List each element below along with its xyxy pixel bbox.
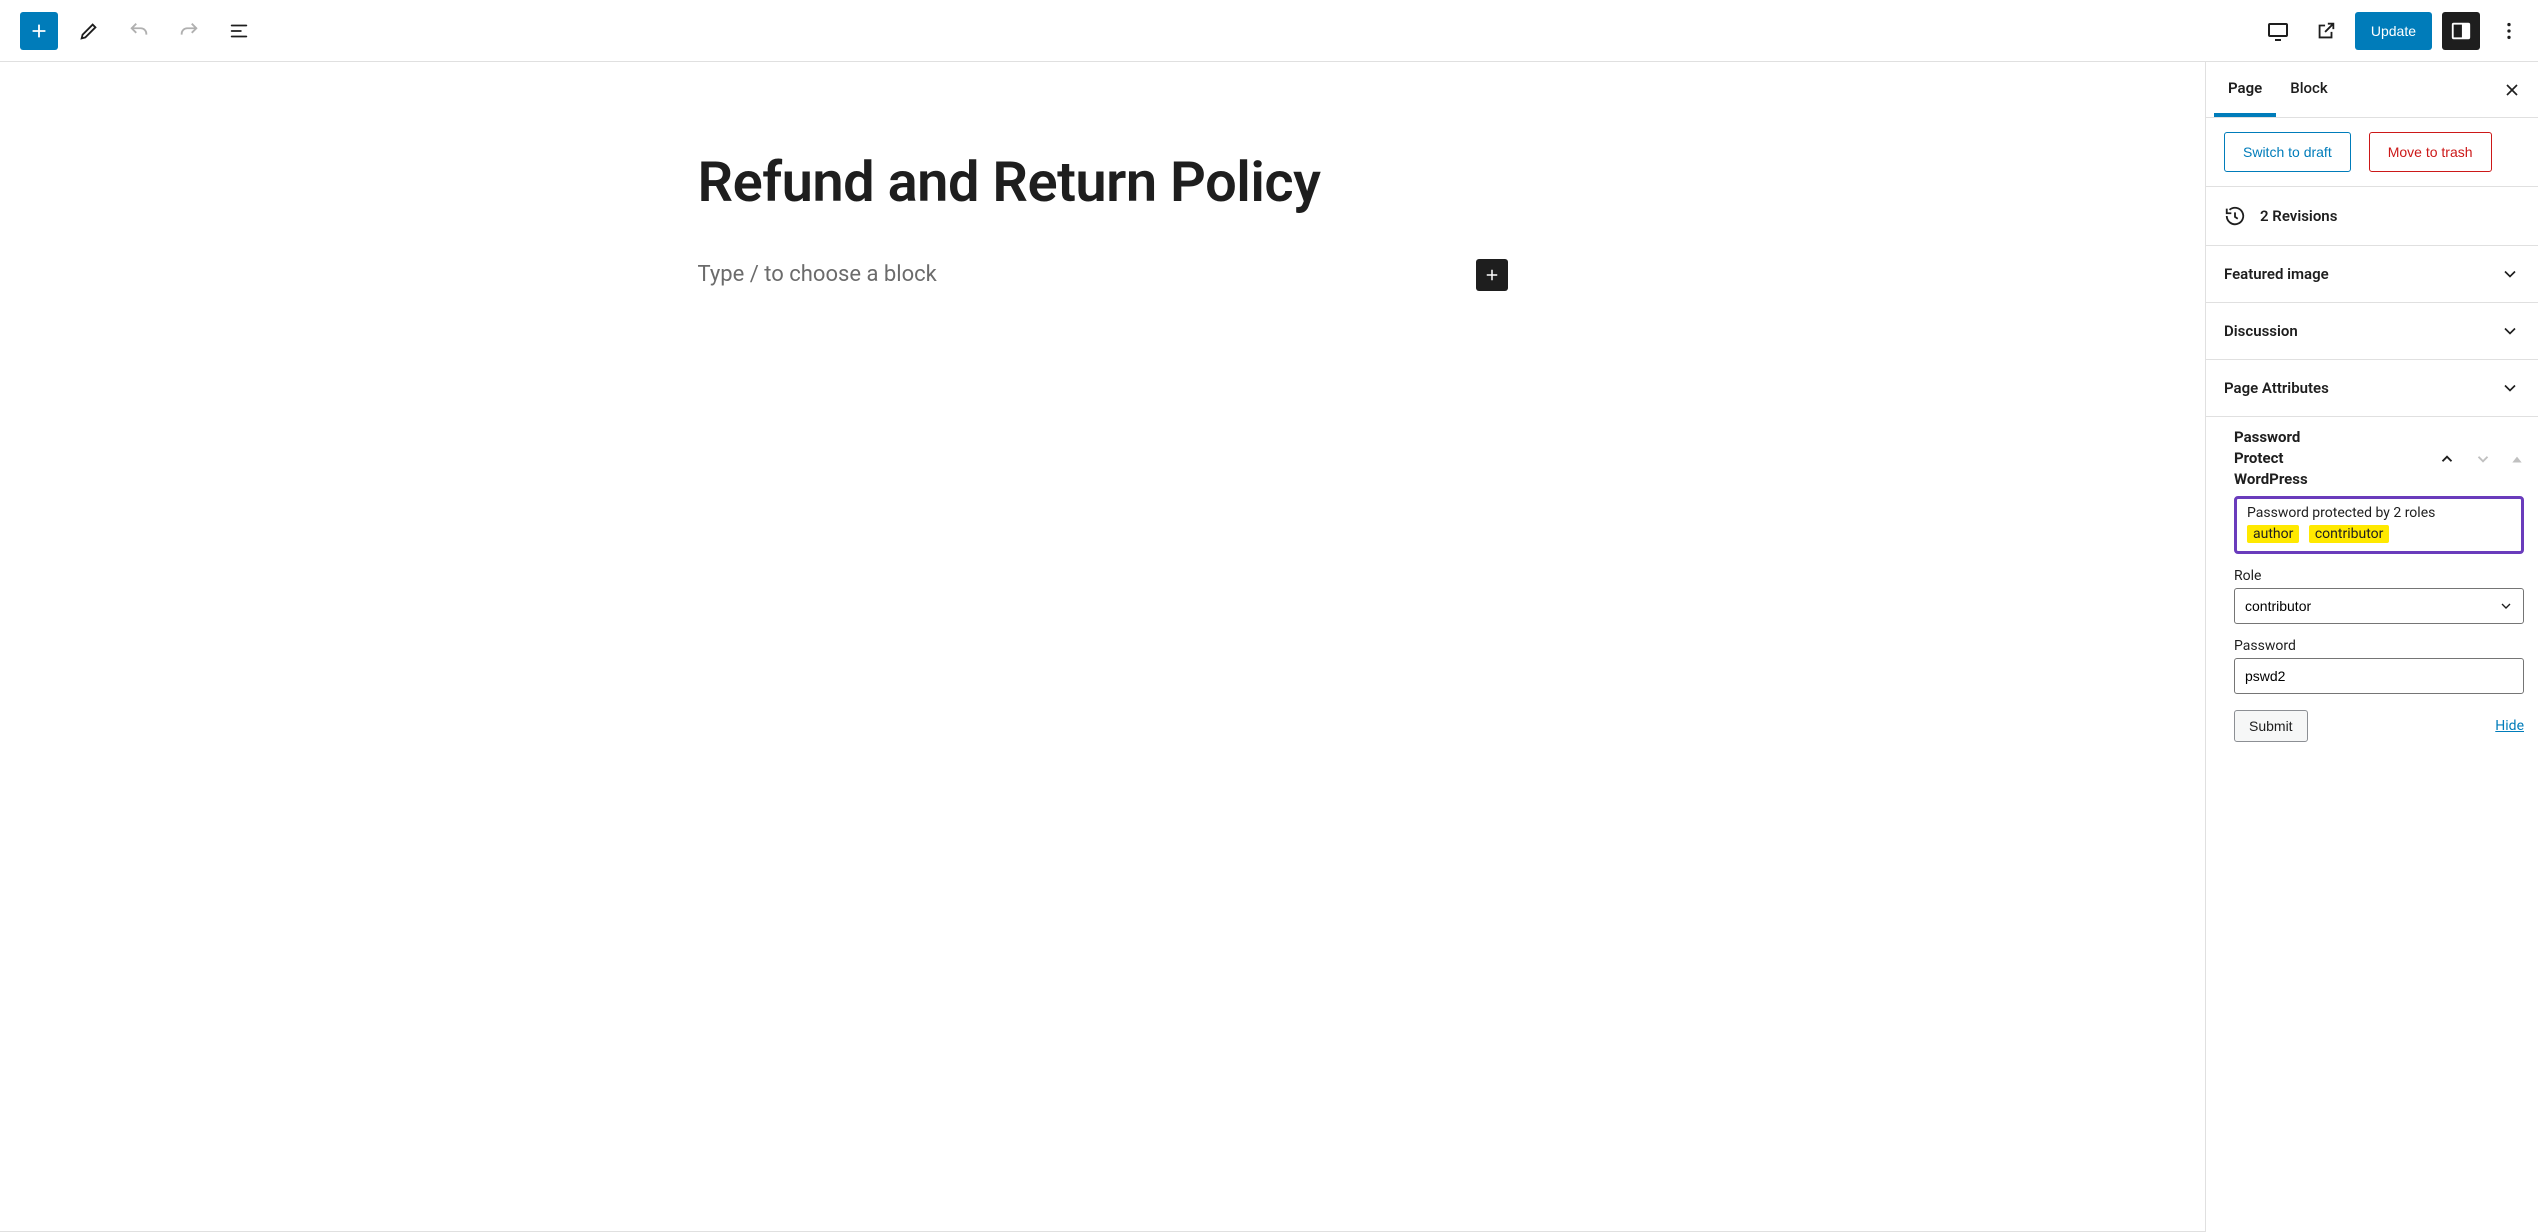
move-down-icon[interactable] [2474,450,2492,468]
tab-page[interactable]: Page [2214,62,2276,117]
page-title[interactable]: Refund and Return Policy [698,152,1508,214]
panel-label: Page Attributes [2224,379,2329,397]
more-options-icon[interactable] [2490,12,2528,50]
desktop-view-icon[interactable] [2259,12,2297,50]
role-select-wrap: contributor [2234,588,2524,624]
editor-inner: Refund and Return Policy Type / to choos… [698,152,1508,1231]
role-field-label: Role [2234,568,2524,584]
inline-add-block-button[interactable] [1476,259,1508,291]
settings-sidebar-toggle[interactable] [2442,12,2480,50]
submit-button[interactable]: Submit [2234,710,2308,742]
ppw-sort-controls [2438,450,2524,468]
sidebar-panel-icon [2450,20,2472,42]
chevron-down-icon [2500,378,2520,398]
ppw-protected-desc: Password protected by 2 roles [2247,505,2511,521]
panel-featured-image[interactable]: Featured image [2206,245,2538,302]
toolbar-right-group: Update [2259,12,2528,50]
ppw-header: Password Protect WordPress [2234,427,2524,490]
close-sidebar-button[interactable] [2494,72,2530,108]
top-toolbar: Update [0,0,2538,62]
panel-password-protect: Password Protect WordPress [2206,416,2538,758]
editor-canvas: Refund and Return Policy Type / to choos… [0,62,2205,1232]
panel-label: Featured image [2224,265,2329,283]
password-field-label: Password [2234,638,2524,654]
open-external-icon[interactable] [2307,12,2345,50]
role-select[interactable]: contributor [2234,588,2524,624]
password-input[interactable] [2234,658,2524,694]
edit-icon[interactable] [70,12,108,50]
plus-icon [1483,266,1501,284]
revisions-label: 2 Revisions [2260,207,2337,225]
close-icon [2502,80,2522,100]
ppw-title: Password Protect WordPress [2234,427,2308,490]
revisions-row[interactable]: 2 Revisions [2206,186,2538,245]
ppw-roles-summary-box: Password protected by 2 roles author con… [2234,496,2524,554]
chevron-down-icon [2500,321,2520,341]
panel-discussion[interactable]: Discussion [2206,302,2538,359]
role-pill: contributor [2309,525,2390,543]
move-to-trash-button[interactable]: Move to trash [2369,132,2492,172]
collapse-up-icon[interactable] [2510,452,2524,466]
hide-link[interactable]: Hide [2495,718,2524,734]
panel-page-attributes[interactable]: Page Attributes [2206,359,2538,416]
update-button[interactable]: Update [2355,12,2432,50]
switch-to-draft-button[interactable]: Switch to draft [2224,132,2351,172]
plus-icon [28,20,50,42]
ppw-title-line: WordPress [2234,469,2308,490]
tab-block[interactable]: Block [2276,62,2341,117]
sidebar-actions: Switch to draft Move to trash [2206,118,2538,186]
block-placeholder-text[interactable]: Type / to choose a block [698,262,937,287]
panel-label: Discussion [2224,322,2298,340]
sidebar-tabs: Page Block [2206,62,2538,118]
settings-sidebar: Page Block Switch to draft Move to trash… [2205,62,2538,1232]
block-appender-row: Type / to choose a block [698,259,1508,291]
ppw-footer: Submit Hide [2234,710,2524,742]
history-icon [2224,205,2246,227]
ppw-title-line: Password [2234,427,2308,448]
ppw-title-line: Protect [2234,448,2308,469]
main-area: Refund and Return Policy Type / to choos… [0,62,2538,1232]
move-up-icon[interactable] [2438,450,2456,468]
toolbar-left-group [20,12,258,50]
chevron-down-icon [2500,264,2520,284]
document-overview-icon[interactable] [220,12,258,50]
role-pill: author [2247,525,2299,543]
add-block-toolbar-button[interactable] [20,12,58,50]
redo-icon[interactable] [170,12,208,50]
undo-icon[interactable] [120,12,158,50]
